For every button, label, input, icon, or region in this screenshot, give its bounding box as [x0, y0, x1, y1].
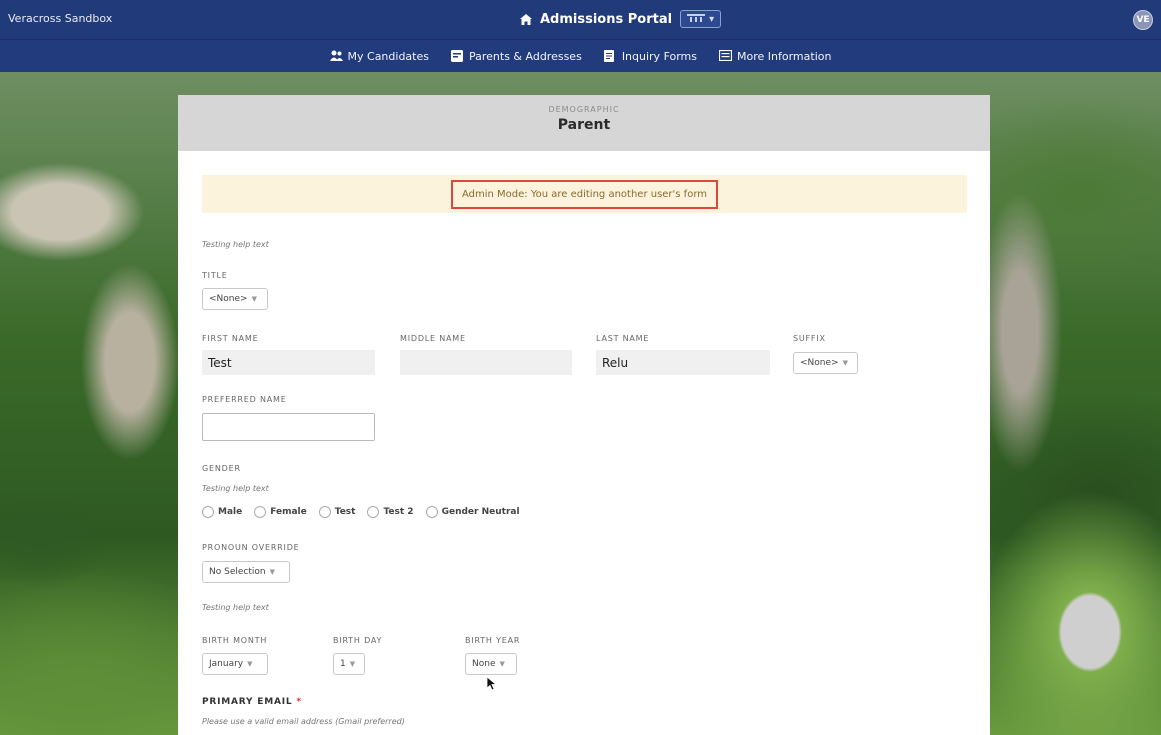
primary-email-label-text: PRIMARY EMAIL — [202, 697, 293, 707]
suffix-label: SUFFIX — [793, 334, 826, 343]
top-bar: Veracross Sandbox Admissions Portal ▾ VE — [0, 0, 1161, 40]
form-title: Parent — [557, 117, 611, 133]
last-name-label: LAST NAME — [596, 334, 650, 343]
nav-item-my-candidates[interactable]: My Candidates — [329, 49, 429, 63]
radio-circle[interactable] — [318, 506, 331, 518]
chevron-down-icon: ▼ — [247, 660, 253, 668]
suffix-select[interactable]: <None> ▼ — [793, 352, 858, 374]
admin-mode-alert: Admin Mode: You are editing another user… — [202, 175, 967, 213]
first-name-label: FIRST NAME — [202, 334, 259, 343]
last-name-field[interactable]: Relu — [596, 350, 770, 375]
birth-day-value: 1 — [340, 659, 346, 669]
radio-label: Male — [218, 507, 243, 517]
nav-item-more-information[interactable]: More Information — [718, 49, 832, 63]
nav-item-parents-addresses[interactable]: Parents & Addresses — [450, 49, 582, 63]
radio-circle[interactable] — [202, 506, 214, 518]
radio-label: Female — [270, 507, 307, 517]
help-text: Testing help text — [202, 240, 269, 249]
card-icon — [450, 50, 463, 62]
nav-item-inquiry-forms[interactable]: Inquiry Forms — [603, 49, 698, 63]
suffix-select-value: <None> — [800, 358, 839, 368]
nav-label: Parents & Addresses — [468, 49, 582, 63]
pronoun-override-label: PRONOUN OVERRIDE — [202, 543, 300, 552]
chevron-down-icon: ▾ — [709, 13, 715, 25]
section-label: DEMOGRAPHIC — [548, 105, 620, 114]
birth-year-label: BIRTH YEAR — [465, 636, 521, 645]
gender-option-male[interactable]: Male — [202, 506, 242, 518]
middle-name-label: MIDDLE NAME — [400, 334, 466, 343]
mouse-pointer-icon — [486, 676, 498, 695]
home-icon — [520, 13, 532, 25]
people-icon — [329, 50, 343, 62]
birth-month-select[interactable]: January ▼ — [202, 653, 268, 675]
radio-circle[interactable] — [425, 506, 438, 518]
chevron-down-icon: ▼ — [251, 295, 257, 303]
gender-label: GENDER — [202, 464, 241, 473]
radio-circle[interactable] — [367, 506, 380, 518]
sandbox-label: Veracross Sandbox — [8, 12, 113, 25]
nav-label: More Information — [737, 49, 832, 63]
form-card: DEMOGRAPHIC Parent Admin Mode: You are e… — [178, 95, 990, 735]
radio-circle[interactable] — [254, 506, 267, 518]
avatar[interactable]: VE — [1133, 10, 1153, 30]
main-nav: My Candidates Parents & Addresses Inquir… — [0, 40, 1161, 72]
chevron-down-icon: ▼ — [842, 359, 848, 367]
birth-day-select[interactable]: 1 ▼ — [333, 653, 365, 675]
birth-year-select[interactable]: None ▼ — [465, 653, 517, 675]
portal-title: Admissions Portal — [540, 11, 673, 27]
pronoun-select-value: No Selection — [209, 567, 266, 577]
primary-email-label: PRIMARY EMAIL * — [202, 697, 302, 707]
birth-day-label: BIRTH DAY — [333, 636, 383, 645]
gender-option-female[interactable]: Female — [254, 506, 307, 518]
birth-year-value: None — [472, 659, 496, 669]
info-box-icon — [718, 49, 733, 62]
gender-option-gender-neutral[interactable]: Gender Neutral — [425, 506, 520, 518]
document-icon — [603, 50, 616, 62]
nav-label: Inquiry Forms — [621, 49, 698, 63]
portal-switch-icon — [687, 13, 706, 26]
nav-label: My Candidates — [347, 49, 429, 63]
radio-label: Gender Neutral — [441, 507, 520, 517]
form-header: DEMOGRAPHIC Parent — [178, 95, 990, 151]
pronoun-override-select[interactable]: No Selection ▼ — [202, 561, 290, 583]
gender-option-test-2[interactable]: Test 2 — [367, 506, 414, 518]
chevron-down-icon: ▼ — [269, 568, 275, 576]
portal-header: Admissions Portal ▾ — [520, 10, 722, 28]
admin-mode-text: Admin Mode: You are editing another user… — [451, 179, 718, 209]
birth-month-value: January — [209, 659, 244, 669]
preferred-name-label: PREFERRED NAME — [202, 395, 287, 404]
required-mark: * — [296, 697, 302, 707]
birth-month-label: BIRTH MONTH — [202, 636, 268, 645]
radio-label: Test — [334, 507, 356, 517]
middle-name-field[interactable] — [400, 350, 572, 375]
first-name-field[interactable]: Test — [202, 350, 375, 375]
chevron-down-icon: ▼ — [499, 660, 505, 668]
preferred-name-field[interactable] — [202, 413, 375, 441]
chevron-down-icon: ▼ — [349, 660, 356, 668]
title-select[interactable]: <None> ▼ — [202, 288, 268, 310]
gender-option-test[interactable]: Test — [318, 506, 356, 518]
gender-help-text: Testing help text — [202, 484, 269, 493]
portal-switch-menu[interactable]: ▾ — [680, 10, 722, 28]
radio-label: Test 2 — [383, 507, 414, 517]
primary-email-help-text: Please use a valid email address (Gmail … — [202, 717, 405, 726]
gender-radio-group: Male Female Test Test 2 Gender Neutral — [202, 506, 520, 518]
title-select-value: <None> — [209, 294, 248, 304]
birth-help-text: Testing help text — [202, 603, 269, 612]
title-label: TITLE — [202, 271, 228, 280]
